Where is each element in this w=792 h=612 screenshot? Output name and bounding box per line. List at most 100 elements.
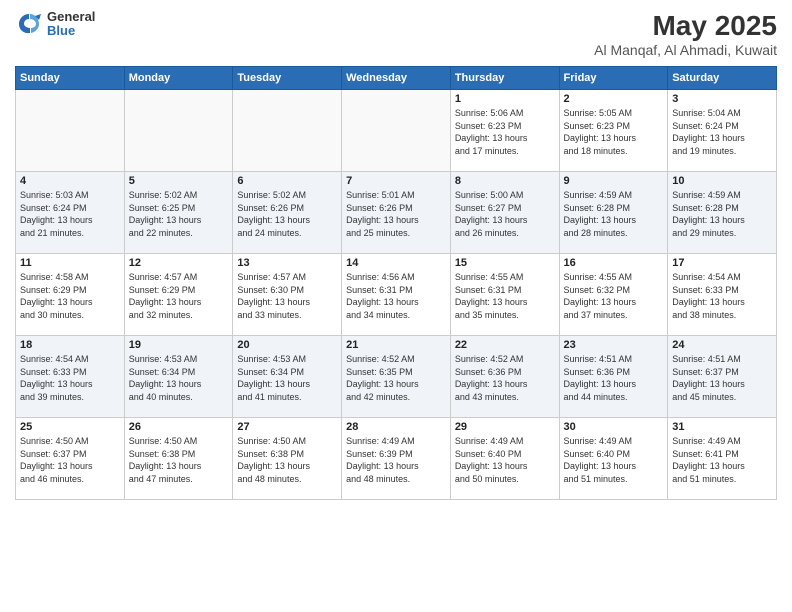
day-number: 25 — [20, 421, 120, 433]
calendar-cell: 26 Sunrise: 4:50 AM Sunset: 6:38 PM Dayli… — [124, 418, 233, 500]
day-header-thursday: Thursday — [450, 67, 559, 90]
calendar-cell: 16 Sunrise: 4:55 AM Sunset: 6:32 PM Dayli… — [559, 254, 668, 336]
day-info: Sunrise: 4:59 AM Sunset: 6:28 PM Dayligh… — [564, 189, 664, 239]
calendar-cell: 19 Sunrise: 4:53 AM Sunset: 6:34 PM Dayli… — [124, 336, 233, 418]
day-info: Sunrise: 5:05 AM Sunset: 6:23 PM Dayligh… — [564, 107, 664, 157]
calendar-cell: 29 Sunrise: 4:49 AM Sunset: 6:40 PM Dayli… — [450, 418, 559, 500]
day-header-wednesday: Wednesday — [342, 67, 451, 90]
day-number: 21 — [346, 339, 446, 351]
day-info: Sunrise: 4:51 AM Sunset: 6:36 PM Dayligh… — [564, 353, 664, 403]
day-info: Sunrise: 4:49 AM Sunset: 6:40 PM Dayligh… — [455, 435, 555, 485]
day-info: Sunrise: 4:59 AM Sunset: 6:28 PM Dayligh… — [672, 189, 772, 239]
calendar-cell: 13 Sunrise: 4:57 AM Sunset: 6:30 PM Dayli… — [233, 254, 342, 336]
day-info: Sunrise: 4:49 AM Sunset: 6:41 PM Dayligh… — [672, 435, 772, 485]
day-number: 11 — [20, 257, 120, 269]
calendar-cell: 18Sunrise: 4:54 AM Sunset: 6:33 PM Dayli… — [16, 336, 125, 418]
day-info: Sunrise: 4:58 AM Sunset: 6:29 PM Dayligh… — [20, 271, 120, 321]
title-block: May 2025 Al Manqaf, Al Ahmadi, Kuwait — [594, 10, 777, 58]
day-info: Sunrise: 5:02 AM Sunset: 6:26 PM Dayligh… — [237, 189, 337, 239]
day-number: 15 — [455, 257, 555, 269]
day-header-sunday: Sunday — [16, 67, 125, 90]
calendar-cell: 27Sunrise: 4:50 AM Sunset: 6:38 PM Dayli… — [233, 418, 342, 500]
day-number: 19 — [129, 339, 229, 351]
calendar-cell: 30Sunrise: 4:49 AM Sunset: 6:40 PM Dayli… — [559, 418, 668, 500]
week-row-3: 11 Sunrise: 4:58 AM Sunset: 6:29 PM Dayli… — [16, 254, 777, 336]
calendar-cell — [124, 90, 233, 172]
day-number: 26 — [129, 421, 229, 433]
calendar-cell: 1Sunrise: 5:06 AM Sunset: 6:23 PM Daylig… — [450, 90, 559, 172]
day-info: Sunrise: 4:50 AM Sunset: 6:38 PM Dayligh… — [237, 435, 337, 485]
day-number: 20 — [237, 339, 337, 351]
day-info: Sunrise: 5:06 AM Sunset: 6:23 PM Dayligh… — [455, 107, 555, 157]
day-number: 3 — [672, 93, 772, 105]
day-number: 16 — [564, 257, 664, 269]
day-number: 2 — [564, 93, 664, 105]
day-number: 4 — [20, 175, 120, 187]
day-info: Sunrise: 4:50 AM Sunset: 6:37 PM Dayligh… — [20, 435, 120, 485]
calendar-cell: 3 Sunrise: 5:04 AM Sunset: 6:24 PM Daylig… — [668, 90, 777, 172]
calendar-cell — [16, 90, 125, 172]
calendar-cell: 14Sunrise: 4:56 AM Sunset: 6:31 PM Dayli… — [342, 254, 451, 336]
day-number: 7 — [346, 175, 446, 187]
day-info: Sunrise: 4:52 AM Sunset: 6:36 PM Dayligh… — [455, 353, 555, 403]
calendar-cell: 11 Sunrise: 4:58 AM Sunset: 6:29 PM Dayli… — [16, 254, 125, 336]
calendar-cell: 6 Sunrise: 5:02 AM Sunset: 6:26 PM Daylig… — [233, 172, 342, 254]
calendar-cell: 7 Sunrise: 5:01 AM Sunset: 6:26 PM Daylig… — [342, 172, 451, 254]
calendar-cell: 31Sunrise: 4:49 AM Sunset: 6:41 PM Dayli… — [668, 418, 777, 500]
calendar-cell: 24 Sunrise: 4:51 AM Sunset: 6:37 PM Dayli… — [668, 336, 777, 418]
week-row-1: 1Sunrise: 5:06 AM Sunset: 6:23 PM Daylig… — [16, 90, 777, 172]
day-number: 14 — [346, 257, 446, 269]
day-info: Sunrise: 5:04 AM Sunset: 6:24 PM Dayligh… — [672, 107, 772, 157]
day-number: 13 — [237, 257, 337, 269]
day-info: Sunrise: 4:55 AM Sunset: 6:31 PM Dayligh… — [455, 271, 555, 321]
location: Al Manqaf, Al Ahmadi, Kuwait — [594, 42, 777, 58]
day-number: 10 — [672, 175, 772, 187]
day-number: 9 — [564, 175, 664, 187]
day-header-friday: Friday — [559, 67, 668, 90]
calendar-cell: 23Sunrise: 4:51 AM Sunset: 6:36 PM Dayli… — [559, 336, 668, 418]
day-header-tuesday: Tuesday — [233, 67, 342, 90]
day-info: Sunrise: 5:01 AM Sunset: 6:26 PM Dayligh… — [346, 189, 446, 239]
calendar-cell: 10 Sunrise: 4:59 AM Sunset: 6:28 PM Dayli… — [668, 172, 777, 254]
day-info: Sunrise: 4:52 AM Sunset: 6:35 PM Dayligh… — [346, 353, 446, 403]
calendar-cell: 20 Sunrise: 4:53 AM Sunset: 6:34 PM Dayli… — [233, 336, 342, 418]
week-row-5: 25 Sunrise: 4:50 AM Sunset: 6:37 PM Dayli… — [16, 418, 777, 500]
day-number: 6 — [237, 175, 337, 187]
logo-blue-text: Blue — [47, 24, 95, 38]
calendar-cell — [233, 90, 342, 172]
calendar-cell — [342, 90, 451, 172]
day-info: Sunrise: 4:54 AM Sunset: 6:33 PM Dayligh… — [672, 271, 772, 321]
page: General Blue May 2025 Al Manqaf, Al Ahma… — [0, 0, 792, 612]
day-info: Sunrise: 4:49 AM Sunset: 6:39 PM Dayligh… — [346, 435, 446, 485]
logo-general-text: General — [47, 10, 95, 24]
day-info: Sunrise: 4:51 AM Sunset: 6:37 PM Dayligh… — [672, 353, 772, 403]
calendar-header-row: SundayMondayTuesdayWednesdayThursdayFrid… — [16, 67, 777, 90]
day-number: 24 — [672, 339, 772, 351]
calendar-cell: 25 Sunrise: 4:50 AM Sunset: 6:37 PM Dayli… — [16, 418, 125, 500]
calendar-cell: 5Sunrise: 5:02 AM Sunset: 6:25 PM Daylig… — [124, 172, 233, 254]
day-info: Sunrise: 4:55 AM Sunset: 6:32 PM Dayligh… — [564, 271, 664, 321]
day-info: Sunrise: 4:53 AM Sunset: 6:34 PM Dayligh… — [129, 353, 229, 403]
logo-icon — [15, 10, 43, 38]
day-info: Sunrise: 4:53 AM Sunset: 6:34 PM Dayligh… — [237, 353, 337, 403]
calendar-cell: 22Sunrise: 4:52 AM Sunset: 6:36 PM Dayli… — [450, 336, 559, 418]
calendar-cell: 12Sunrise: 4:57 AM Sunset: 6:29 PM Dayli… — [124, 254, 233, 336]
day-info: Sunrise: 4:50 AM Sunset: 6:38 PM Dayligh… — [129, 435, 229, 485]
day-number: 29 — [455, 421, 555, 433]
day-info: Sunrise: 5:00 AM Sunset: 6:27 PM Dayligh… — [455, 189, 555, 239]
calendar-cell: 8 Sunrise: 5:00 AM Sunset: 6:27 PM Daylig… — [450, 172, 559, 254]
header: General Blue May 2025 Al Manqaf, Al Ahma… — [15, 10, 777, 58]
day-number: 18 — [20, 339, 120, 351]
day-info: Sunrise: 4:57 AM Sunset: 6:30 PM Dayligh… — [237, 271, 337, 321]
calendar-cell: 21 Sunrise: 4:52 AM Sunset: 6:35 PM Dayli… — [342, 336, 451, 418]
calendar-cell: 9 Sunrise: 4:59 AM Sunset: 6:28 PM Daylig… — [559, 172, 668, 254]
day-info: Sunrise: 4:57 AM Sunset: 6:29 PM Dayligh… — [129, 271, 229, 321]
logo: General Blue — [15, 10, 95, 39]
calendar-cell: 17 Sunrise: 4:54 AM Sunset: 6:33 PM Dayli… — [668, 254, 777, 336]
calendar-cell: 2 Sunrise: 5:05 AM Sunset: 6:23 PM Daylig… — [559, 90, 668, 172]
day-info: Sunrise: 5:02 AM Sunset: 6:25 PM Dayligh… — [129, 189, 229, 239]
day-number: 17 — [672, 257, 772, 269]
logo-text: General Blue — [47, 10, 95, 39]
day-number: 8 — [455, 175, 555, 187]
calendar: SundayMondayTuesdayWednesdayThursdayFrid… — [15, 66, 777, 500]
